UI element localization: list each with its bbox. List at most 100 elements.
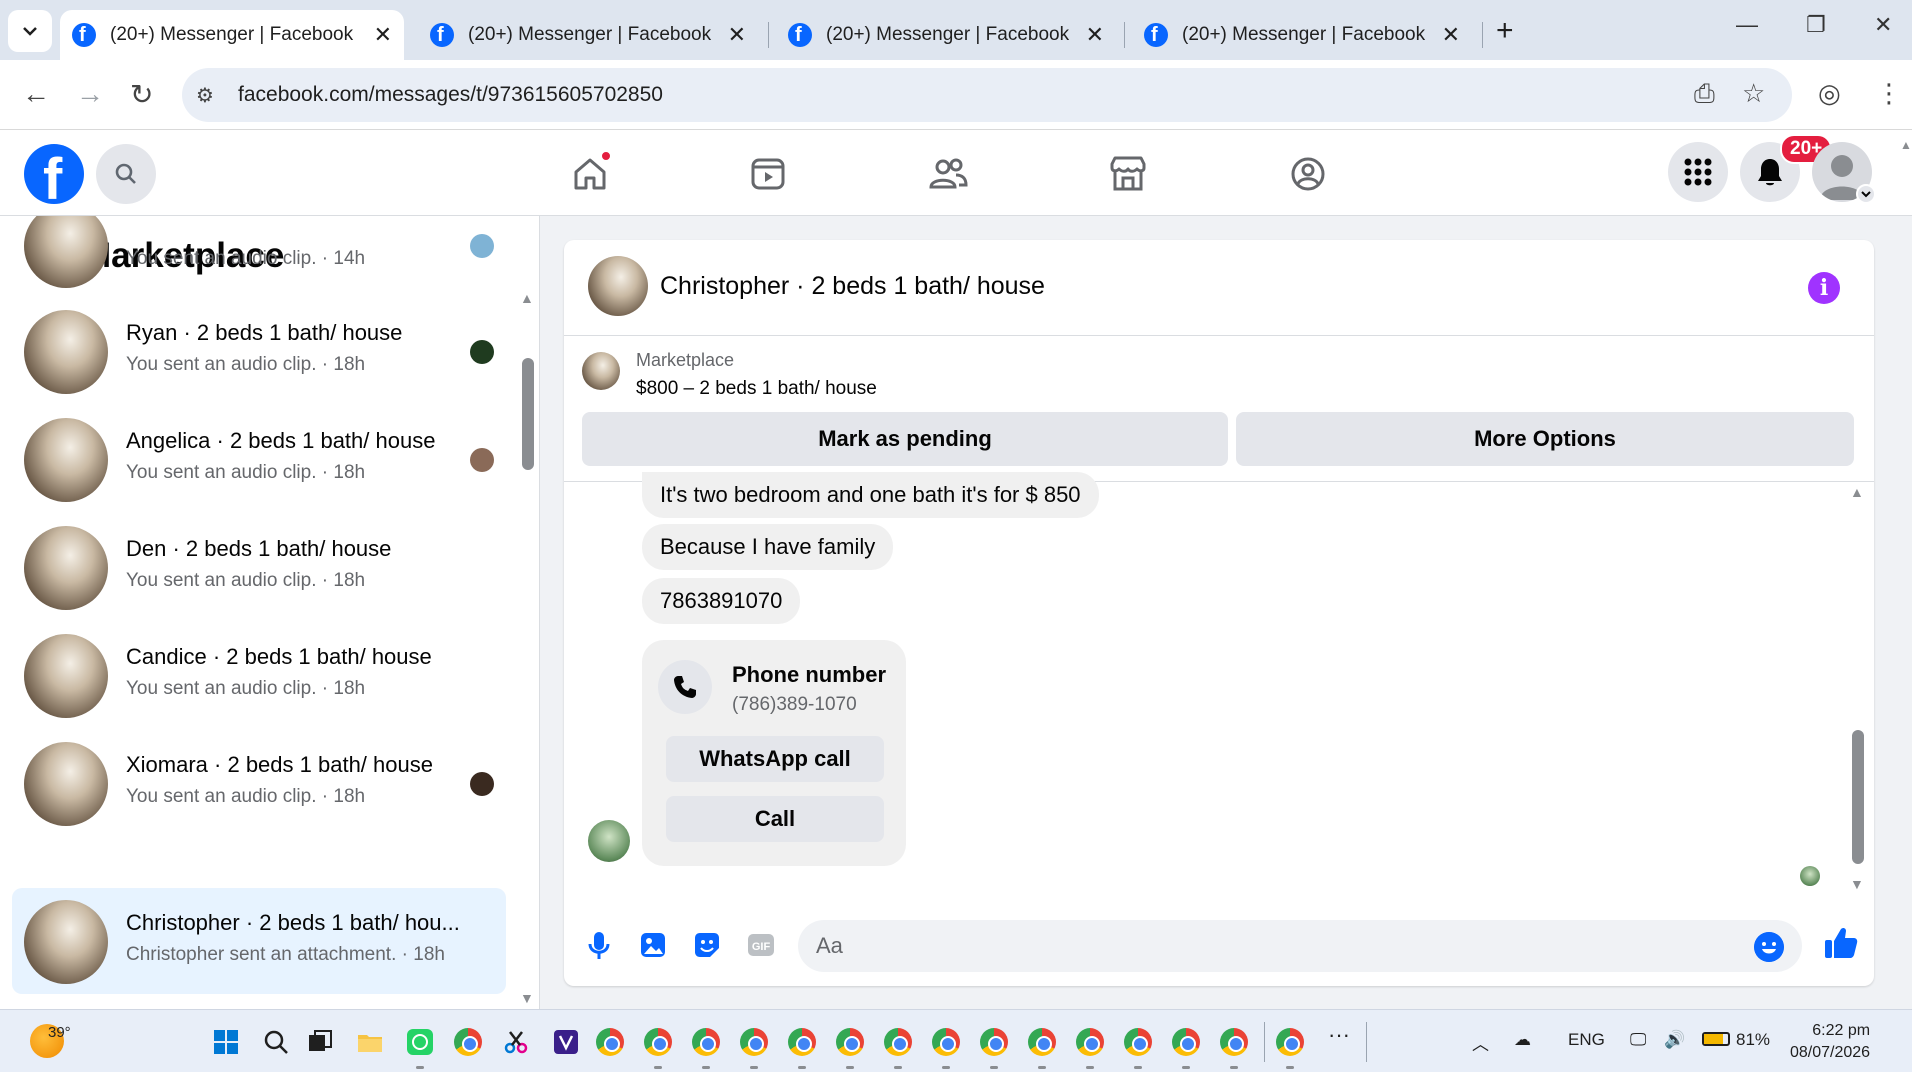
message-input[interactable]: Aa bbox=[798, 920, 1802, 972]
chrome-icon[interactable] bbox=[1220, 1028, 1248, 1056]
sender-avatar[interactable] bbox=[588, 820, 630, 862]
new-tab-plus-icon[interactable]: + bbox=[1496, 14, 1514, 48]
conversation-preview: You sent an audio clip. · 18h bbox=[126, 786, 366, 807]
chrome-icon[interactable] bbox=[836, 1028, 864, 1056]
browser-tab[interactable]: (20+) Messenger | Facebook ✕ bbox=[776, 10, 1116, 60]
input-language[interactable]: ENG bbox=[1568, 1030, 1605, 1050]
chrome-icon[interactable] bbox=[980, 1028, 1008, 1056]
task-view-icon[interactable] bbox=[306, 1028, 334, 1056]
browser-tab[interactable]: (20+) Messenger | Facebook ✕ bbox=[60, 10, 404, 60]
restore-icon[interactable]: ❐ bbox=[1806, 12, 1826, 38]
chat-scroll-up-arrow[interactable]: ▲ bbox=[1850, 484, 1864, 500]
site-settings-icon[interactable]: ⚙ bbox=[196, 83, 230, 108]
conversation-item[interactable]: Den · 2 beds 1 bath/ house You sent an a… bbox=[12, 514, 506, 620]
network-monitor-icon[interactable]: 🖵 bbox=[1630, 1030, 1646, 1050]
incoming-message[interactable]: Because I have family bbox=[642, 524, 894, 570]
more-apps-ellipsis-icon[interactable]: ··· bbox=[1328, 1022, 1350, 1048]
chrome-icon[interactable] bbox=[1028, 1028, 1056, 1056]
gif-icon[interactable]: GIF bbox=[744, 928, 778, 962]
more-options-button[interactable]: More Options bbox=[1236, 412, 1854, 466]
sidebar-scroll-up-arrow[interactable]: ▲ bbox=[520, 290, 534, 306]
tab-close-icon[interactable]: ✕ bbox=[1442, 22, 1460, 48]
chat-title[interactable]: Christopher · 2 beds 1 bath/ house bbox=[660, 272, 1045, 301]
search-icon[interactable] bbox=[262, 1028, 290, 1056]
browser-tab[interactable]: (20+) Messenger | Facebook ✕ bbox=[1132, 10, 1472, 60]
menu-button[interactable] bbox=[1668, 142, 1728, 202]
search-button[interactable] bbox=[96, 144, 156, 204]
tab-close-icon[interactable]: ✕ bbox=[728, 22, 746, 48]
mark-as-pending-button[interactable]: Mark as pending bbox=[582, 412, 1228, 466]
back-arrow-icon[interactable]: ← bbox=[22, 78, 50, 110]
file-explorer-icon[interactable] bbox=[356, 1028, 384, 1056]
page-scroll-up-arrow[interactable]: ▲ bbox=[1900, 138, 1912, 152]
incoming-message[interactable]: 7863891070 bbox=[642, 578, 801, 624]
chrome-icon[interactable] bbox=[788, 1028, 816, 1056]
listing-thumbnail bbox=[24, 900, 108, 984]
video-icon[interactable] bbox=[746, 152, 790, 196]
battery-icon[interactable] bbox=[1702, 1032, 1730, 1046]
marketplace-icon[interactable] bbox=[1106, 152, 1150, 196]
snipping-tool-icon[interactable] bbox=[502, 1028, 530, 1056]
minimize-icon[interactable]: — bbox=[1736, 12, 1758, 38]
chat-scroll-down-arrow[interactable]: ▼ bbox=[1850, 876, 1864, 892]
whatsapp-icon[interactable] bbox=[406, 1028, 434, 1056]
chrome-icon[interactable] bbox=[454, 1028, 482, 1056]
listing-thumbnail[interactable] bbox=[588, 256, 648, 316]
incoming-message[interactable]: It's two bedroom and one bath it's for $… bbox=[642, 472, 1099, 518]
browser-tab[interactable]: (20+) Messenger | Facebook ✕ bbox=[418, 10, 758, 60]
system-clock[interactable]: 6:22 pm 08/07/2026 bbox=[1790, 1020, 1870, 1064]
chrome-icon[interactable] bbox=[740, 1028, 768, 1056]
tab-close-icon[interactable]: ✕ bbox=[374, 22, 392, 48]
address-bar[interactable]: ⚙ facebook.com/messages/t/97361560570285… bbox=[182, 68, 1792, 122]
chrome-icon[interactable] bbox=[932, 1028, 960, 1056]
speaker-volume-icon[interactable]: 🔊 bbox=[1664, 1030, 1685, 1050]
install-app-icon[interactable]: ⎙ bbox=[1694, 78, 1715, 110]
photo-icon[interactable] bbox=[636, 928, 670, 962]
bell-icon bbox=[1758, 159, 1782, 186]
onedrive-cloud-icon[interactable]: ☁ bbox=[1514, 1030, 1531, 1050]
window-close-icon[interactable]: ✕ bbox=[1874, 12, 1892, 38]
like-thumbs-up-icon[interactable] bbox=[1822, 924, 1860, 962]
chrome-icon[interactable] bbox=[644, 1028, 672, 1056]
app-shield-icon[interactable] bbox=[552, 1028, 580, 1056]
bookmark-star-icon[interactable]: ☆ bbox=[1742, 78, 1765, 109]
chrome-icon[interactable] bbox=[884, 1028, 912, 1056]
whatsapp-call-button[interactable]: WhatsApp call bbox=[666, 736, 884, 782]
reload-icon[interactable]: ↻ bbox=[130, 78, 153, 111]
sticker-icon[interactable] bbox=[690, 928, 724, 962]
chrome-icon[interactable] bbox=[1276, 1028, 1304, 1056]
chrome-icon[interactable] bbox=[1076, 1028, 1104, 1056]
chrome-icon[interactable] bbox=[596, 1028, 624, 1056]
windows-start-icon[interactable] bbox=[212, 1028, 240, 1056]
chat-scrollbar[interactable] bbox=[1852, 730, 1864, 864]
listing-price-title[interactable]: $800 – 2 beds 1 bath/ house bbox=[636, 378, 877, 400]
conversation-item[interactable]: Xiomara · 2 beds 1 bath/ house You sent … bbox=[12, 730, 506, 836]
sidebar-scroll-down-arrow[interactable]: ▼ bbox=[520, 990, 534, 1006]
profile-icon[interactable]: ◎ bbox=[1818, 78, 1841, 109]
url-text[interactable]: facebook.com/messages/t/973615605702850 bbox=[238, 83, 663, 107]
tab-search-button[interactable] bbox=[8, 10, 52, 52]
conversation-item-selected[interactable]: Christopher · 2 beds 1 bath/ hou... Chri… bbox=[12, 888, 506, 994]
conversation-item[interactable]: Ryan · 2 beds 1 bath/ house You sent an … bbox=[12, 298, 506, 404]
gaming-icon[interactable] bbox=[1286, 152, 1330, 196]
search-icon bbox=[115, 163, 136, 184]
sidebar-scrollbar[interactable] bbox=[522, 358, 534, 470]
conversation-item[interactable]: Candice · 2 beds 1 bath/ house You sent … bbox=[12, 622, 506, 728]
chrome-icon[interactable] bbox=[1172, 1028, 1200, 1056]
tab-close-icon[interactable]: ✕ bbox=[1086, 22, 1104, 48]
conversation-item[interactable]: Angelica · 2 beds 1 bath/ house You sent… bbox=[12, 406, 506, 512]
more-menu-icon[interactable]: ⋮ bbox=[1876, 78, 1902, 109]
friends-icon[interactable] bbox=[926, 152, 970, 196]
conversation-item[interactable]: You sent an audio clip. · 14h bbox=[12, 216, 506, 298]
microphone-icon[interactable] bbox=[582, 928, 616, 962]
chrome-icon[interactable] bbox=[692, 1028, 720, 1056]
account-chevron[interactable] bbox=[1856, 184, 1876, 204]
emoji-icon[interactable] bbox=[1754, 932, 1784, 962]
forward-arrow-icon[interactable]: → bbox=[76, 78, 104, 110]
call-button[interactable]: Call bbox=[666, 796, 884, 842]
info-icon[interactable]: i bbox=[1808, 272, 1840, 304]
listing-thumbnail[interactable] bbox=[582, 352, 620, 390]
tray-chevron-up-icon[interactable]: ︿ bbox=[1472, 1030, 1489, 1055]
facebook-logo-icon[interactable]: f bbox=[24, 144, 84, 212]
chrome-icon[interactable] bbox=[1124, 1028, 1152, 1056]
